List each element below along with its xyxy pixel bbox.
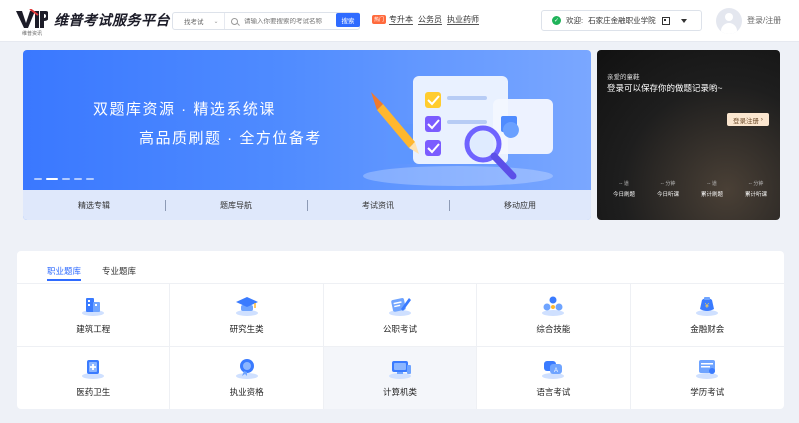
quick-nav-featured[interactable]: 精选专辑 bbox=[23, 200, 165, 211]
computer-icon bbox=[388, 360, 411, 379]
category-item-language[interactable]: A 语言考试 bbox=[477, 346, 631, 409]
exam-illustration-icon bbox=[363, 76, 553, 186]
category-item-finance-accounting[interactable]: ¥ 金融财会 bbox=[630, 283, 784, 346]
side-message: 登录可以保存你的做题记录哟~ bbox=[607, 83, 723, 93]
svg-text:¥: ¥ bbox=[705, 303, 709, 310]
certificate-icon bbox=[235, 358, 258, 379]
stat-total-questions: -- 道 累计刷题 bbox=[693, 180, 731, 198]
category-panel: 职业题库 专业题库 建筑工程 研究生类 公职考试 综合技能 ¥ 金融财会 医药卫… bbox=[17, 251, 784, 409]
category-label: 医药卫生 bbox=[76, 386, 111, 397]
carousel-dot-active[interactable] bbox=[46, 178, 58, 180]
stat-value: -- 道 bbox=[619, 181, 629, 187]
banner-quick-nav: 精选专辑 题库导航 考试资讯 移动应用 bbox=[23, 190, 591, 220]
stat-label: 今日刷题 bbox=[612, 192, 635, 198]
category-item-construction[interactable]: 建筑工程 bbox=[17, 283, 171, 346]
stat-value: -- 道 bbox=[707, 181, 717, 187]
logo-title: 维普考试服务平台 bbox=[54, 12, 170, 28]
active-tab-indicator bbox=[47, 279, 81, 281]
money-bag-icon: ¥ bbox=[696, 296, 719, 316]
language-icon: A bbox=[542, 360, 565, 379]
nav-link-zhiye-yaoshi[interactable]: 执业药师 bbox=[447, 15, 479, 25]
study-stats: -- 道 今日刷题 -- 分钟 今日听课 -- 道 累计刷题 -- 分钟 累计听… bbox=[605, 180, 775, 198]
verified-check-icon: ✓ bbox=[552, 16, 561, 25]
category-label: 语言考试 bbox=[536, 386, 571, 397]
category-item-civil-service[interactable]: 公职考试 bbox=[323, 283, 478, 346]
category-label: 计算机类 bbox=[382, 386, 417, 397]
category-tabs: 职业题库 专业题库 bbox=[17, 251, 784, 284]
hot-badge: 热门 bbox=[372, 15, 387, 24]
carousel-dot[interactable] bbox=[74, 178, 82, 180]
category-label: 建筑工程 bbox=[76, 323, 111, 334]
search-box: 找考试 ⌄ bbox=[172, 12, 360, 30]
carousel-dot[interactable] bbox=[86, 178, 94, 180]
side-login-button[interactable]: 登录注册 › bbox=[727, 113, 769, 126]
search-type-value: 找考试 bbox=[184, 19, 204, 26]
side-greeting: 亲爱的童鞋 bbox=[607, 74, 640, 81]
category-label: 学历考试 bbox=[690, 386, 725, 397]
svg-text:A: A bbox=[554, 368, 558, 374]
tab-major-bank[interactable]: 专业题库 bbox=[102, 265, 136, 277]
category-label: 公职考试 bbox=[382, 323, 417, 334]
tab-professional-bank[interactable]: 职业题库 bbox=[47, 265, 81, 277]
graduation-cap-icon bbox=[235, 296, 258, 316]
stat-label: 累计听课 bbox=[744, 192, 767, 198]
quick-nav-mobile-app[interactable]: 移动应用 bbox=[449, 199, 591, 211]
building-icon bbox=[82, 297, 105, 316]
search-button[interactable]: 搜索 bbox=[336, 13, 360, 27]
stat-total-lessons: -- 分钟 累计听课 bbox=[737, 180, 775, 198]
logo-subtitle: 维普资讯 bbox=[22, 31, 43, 37]
category-label: 研究生类 bbox=[229, 323, 264, 334]
category-grid: 建筑工程 研究生类 公职考试 综合技能 ¥ 金融财会 医药卫生 执业资格 计算机… bbox=[17, 283, 784, 409]
nav-link-gongwuyuan[interactable]: 公务员 bbox=[418, 15, 442, 25]
category-item-academic[interactable]: 学历考试 bbox=[630, 346, 784, 409]
qr-code-icon[interactable] bbox=[661, 16, 670, 25]
nav-link-zhuanshengben[interactable]: 专升本 bbox=[389, 15, 413, 25]
category-label: 执业资格 bbox=[229, 386, 264, 397]
school-welcome-label: 欢迎: bbox=[566, 16, 584, 25]
user-avatar-icon[interactable] bbox=[716, 8, 742, 34]
vip-logo-icon: 维普资讯 bbox=[16, 9, 48, 37]
banner-carousel-dots[interactable] bbox=[34, 178, 94, 180]
stat-today-lessons: -- 分钟 今日听课 bbox=[649, 180, 687, 198]
hero-banner[interactable]: 双题库资源 · 精选系统课 高品质刷题 · 全方位备考 精选专辑 题库导航 考试… bbox=[23, 50, 591, 220]
search-input[interactable] bbox=[244, 17, 338, 25]
chevron-right-icon: › bbox=[759, 116, 763, 123]
top-header: 维普资讯 维普考试服务平台 找考试 ⌄ 搜索 热门 专升本 公务员 执业药师 ✓… bbox=[0, 0, 799, 42]
side-login-label: 登录注册 bbox=[733, 117, 759, 125]
carousel-dot[interactable] bbox=[34, 178, 42, 180]
quick-nav-question-bank[interactable]: 题库导航 bbox=[165, 199, 307, 211]
stat-value: -- 分钟 bbox=[660, 181, 676, 187]
school-selector[interactable]: ✓ 欢迎: 石家庄金融职业学院 bbox=[541, 10, 702, 31]
category-item-postgraduate[interactable]: 研究生类 bbox=[170, 283, 324, 346]
stat-label: 累计刷题 bbox=[700, 192, 723, 198]
category-label: 金融财会 bbox=[690, 323, 725, 334]
category-item-computer[interactable]: 计算机类 bbox=[323, 346, 478, 409]
stat-label: 今日听课 bbox=[656, 192, 679, 198]
category-label: 综合技能 bbox=[536, 323, 571, 334]
search-icon bbox=[231, 17, 238, 25]
category-item-general-skills[interactable]: 综合技能 bbox=[477, 283, 631, 346]
skills-icon bbox=[542, 296, 565, 316]
site-logo[interactable]: 维普资讯 维普考试服务平台 bbox=[16, 9, 170, 37]
category-item-medicine[interactable]: 医药卫生 bbox=[17, 346, 171, 409]
quick-nav-exam-news[interactable]: 考试资讯 bbox=[307, 199, 449, 211]
medical-icon bbox=[82, 359, 105, 379]
user-side-panel: 亲爱的童鞋 登录可以保存你的做题记录哟~ 登录注册 › -- 道 今日刷题 --… bbox=[597, 50, 780, 220]
search-type-select[interactable]: 找考试 ⌄ bbox=[173, 13, 225, 29]
banner-headline-2: 高品质刷题 · 全方位备考 bbox=[139, 130, 322, 147]
stat-today-questions: -- 道 今日刷题 bbox=[605, 180, 643, 198]
document-pen-icon bbox=[388, 297, 411, 316]
caret-down-icon[interactable] bbox=[680, 18, 687, 23]
login-register-link[interactable]: 登录/注册 bbox=[747, 15, 781, 26]
stat-value: -- 分钟 bbox=[748, 181, 764, 187]
school-name: 石家庄金融职业学院 bbox=[588, 16, 656, 25]
carousel-dot[interactable] bbox=[62, 178, 70, 180]
diploma-icon bbox=[696, 359, 719, 379]
chevron-down-icon: ⌄ bbox=[213, 18, 219, 25]
category-item-licensing[interactable]: 执业资格 bbox=[170, 346, 324, 409]
banner-headline-1: 双题库资源 · 精选系统课 bbox=[93, 101, 276, 118]
